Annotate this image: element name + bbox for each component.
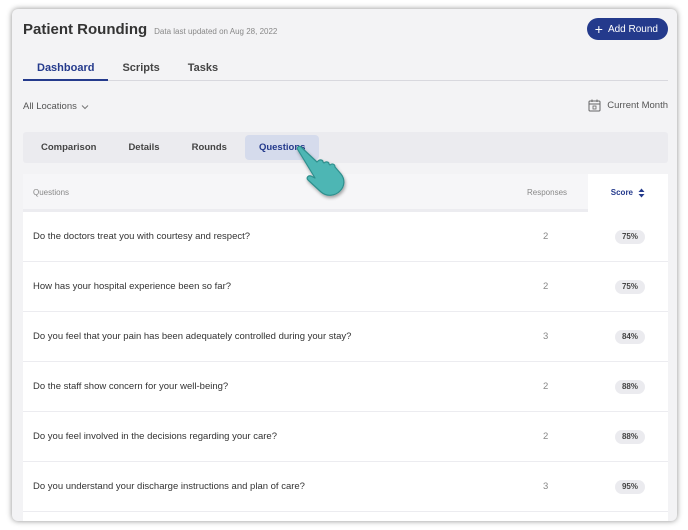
- column-header-questions[interactable]: Questions: [33, 174, 69, 212]
- app-window: Patient Rounding Data last updated on Au…: [12, 9, 677, 521]
- score-header-label: Score: [610, 188, 633, 197]
- question-text: Do you feel involved in the decisions re…: [33, 431, 277, 442]
- score-badge: 88%: [615, 380, 645, 394]
- sort-icon: [638, 188, 645, 198]
- table-row[interactable]: How has your hospital experience been so…: [23, 262, 668, 312]
- calendar-icon: [588, 99, 601, 112]
- table-row[interactable]: Do you feel involved in the decisions re…: [23, 412, 668, 462]
- location-label: All Locations: [23, 101, 77, 112]
- table-row[interactable]: Do you understand your discharge instruc…: [23, 462, 668, 512]
- responses-count: 2: [543, 231, 549, 242]
- subtab-questions[interactable]: Questions: [244, 135, 320, 160]
- table-row[interactable]: Do you feel that your pain has been adeq…: [23, 312, 668, 362]
- score-badge: 84%: [615, 330, 645, 344]
- add-round-button[interactable]: + Add Round: [586, 18, 668, 40]
- subtab-rounds[interactable]: Rounds: [178, 135, 241, 160]
- responses-count: 2: [543, 381, 549, 392]
- score-badge: 88%: [615, 430, 645, 444]
- table-header: Questions Responses Score: [23, 174, 668, 212]
- questions-table: Questions Responses Score Do the doctors…: [23, 174, 668, 521]
- location-dropdown[interactable]: All Locations: [23, 101, 89, 112]
- responses-count: 2: [543, 281, 549, 292]
- period-selector[interactable]: Current Month: [588, 99, 668, 112]
- score-badge: 75%: [615, 280, 645, 294]
- sub-tabs: Comparison Details Rounds Questions: [23, 132, 668, 163]
- score-badge: 95%: [615, 480, 645, 494]
- table-row[interactable]: Do the staff show concern for your well-…: [23, 362, 668, 412]
- page-title: Patient Rounding: [23, 21, 148, 38]
- chevron-down-icon: [81, 104, 89, 109]
- subtab-comparison[interactable]: Comparison: [27, 135, 110, 160]
- question-text: Do the staff show concern for your well-…: [33, 381, 229, 392]
- page-header: Patient Rounding Data last updated on Au…: [23, 21, 277, 38]
- table-row[interactable]: Do the doctors treat you with courtesy a…: [23, 212, 668, 262]
- subtab-details[interactable]: Details: [114, 135, 173, 160]
- score-badge: 75%: [615, 230, 645, 244]
- tab-scripts[interactable]: Scripts: [108, 59, 173, 81]
- main-tabs: Dashboard Scripts Tasks: [23, 59, 668, 81]
- question-text: Do the doctors treat you with courtesy a…: [33, 231, 251, 242]
- add-round-label: Add Round: [607, 23, 658, 35]
- tab-tasks[interactable]: Tasks: [174, 59, 232, 81]
- question-text: Do you understand your discharge instruc…: [33, 481, 305, 492]
- period-label: Current Month: [607, 100, 668, 111]
- column-header-score[interactable]: Score: [588, 174, 668, 212]
- column-header-responses[interactable]: Responses: [527, 174, 567, 212]
- plus-icon: +: [594, 21, 603, 37]
- last-updated-text: Data last updated on Aug 28, 2022: [154, 27, 278, 36]
- responses-count: 3: [543, 481, 549, 492]
- question-text: Do you feel that your pain has been adeq…: [33, 331, 352, 342]
- filter-row: All Locations Current Month: [23, 99, 668, 115]
- responses-count: 2: [543, 431, 549, 442]
- responses-count: 3: [543, 331, 549, 342]
- tab-dashboard[interactable]: Dashboard: [23, 59, 109, 81]
- question-text: How has your hospital experience been so…: [33, 281, 232, 292]
